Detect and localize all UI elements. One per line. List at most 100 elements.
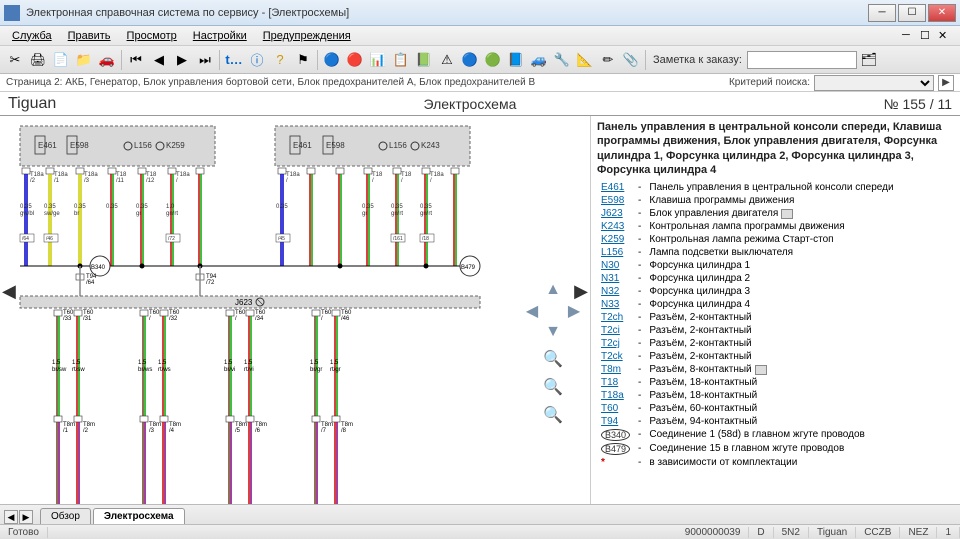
status-cell-2: 5N2 xyxy=(774,527,809,538)
svg-text:rt/vi: rt/vi xyxy=(244,367,254,373)
legend-row: N33-Форсунка цилиндра 4 xyxy=(597,298,954,311)
tool-l-icon[interactable]: ✏ xyxy=(597,49,619,71)
svg-text:K243: K243 xyxy=(421,141,440,150)
tool-e-icon[interactable]: 📗 xyxy=(413,49,435,71)
zoom-reset-icon[interactable]: 🔍 xyxy=(543,377,563,397)
legend-id-link[interactable]: L156 xyxy=(597,246,634,259)
svg-text:br/sw: br/sw xyxy=(52,367,67,373)
svg-text:/: / xyxy=(321,316,323,322)
pan-left-icon[interactable]: ◀ xyxy=(523,302,541,320)
legend-row: N30-Форсунка цилиндра 1 xyxy=(597,259,954,272)
svg-text:E461: E461 xyxy=(38,141,57,150)
zoom-out-icon[interactable]: 🔍 xyxy=(543,349,563,369)
menu-service[interactable]: Служба xyxy=(4,28,60,44)
legend-id-link[interactable]: T2cj xyxy=(597,337,634,350)
legend-id-link[interactable]: T18a xyxy=(597,389,634,402)
tool-j-icon[interactable]: 🔧 xyxy=(551,49,573,71)
legend-id-link[interactable]: E598 xyxy=(597,194,634,207)
tool-print-icon[interactable]: 🖨 xyxy=(27,49,49,71)
close-button[interactable]: ✕ xyxy=(928,4,956,22)
tool-info-icon[interactable]: ⓘ xyxy=(246,49,268,71)
order-input[interactable] xyxy=(747,51,857,69)
pan-up-icon[interactable]: ▲ xyxy=(544,281,562,299)
menu-view[interactable]: Просмотр xyxy=(119,28,185,44)
legend-row: K259-Контрольная лампа режима Старт-стоп xyxy=(597,233,954,246)
legend-id-link[interactable]: T2ch xyxy=(597,311,634,324)
svg-text:br/ws: br/ws xyxy=(138,367,152,373)
legend-id-link[interactable]: J623 xyxy=(597,207,634,220)
tool-f-icon[interactable]: 🔵 xyxy=(459,49,481,71)
minimize-button[interactable]: ─ xyxy=(868,4,896,22)
svg-text:T18a: T18a xyxy=(286,172,300,178)
mdi-maximize-button[interactable]: ☐ xyxy=(920,29,938,43)
legend-id-link[interactable]: T60 xyxy=(597,402,634,415)
tool-cut-icon[interactable]: ✂ xyxy=(4,49,26,71)
tab-overview[interactable]: Обзор xyxy=(40,508,91,524)
pan-down-icon[interactable]: ▼ xyxy=(544,323,562,341)
pan-right-icon[interactable]: ▶ xyxy=(565,302,583,320)
maximize-button[interactable]: ☐ xyxy=(898,4,926,22)
legend-id-link[interactable]: T2ck xyxy=(597,350,634,363)
svg-text:/: / xyxy=(430,178,432,184)
menu-settings[interactable]: Настройки xyxy=(185,28,255,44)
tool-last-icon[interactable]: ⏭ xyxy=(194,49,216,71)
camera-icon[interactable] xyxy=(755,365,767,375)
tab-nav-prev-icon[interactable]: ◀ xyxy=(4,510,18,524)
tool-c-icon[interactable]: 📊 xyxy=(367,49,389,71)
legend-id-link[interactable]: T8m xyxy=(597,363,634,376)
tool-h-icon[interactable]: 📘 xyxy=(505,49,527,71)
mdi-close-button[interactable]: ✕ xyxy=(938,29,956,43)
legend-id-link[interactable]: N33 xyxy=(597,298,634,311)
tool-doc-icon[interactable]: 📄 xyxy=(50,49,72,71)
tab-wiring[interactable]: Электросхема xyxy=(93,508,185,524)
legend-id-link[interactable]: T94 xyxy=(597,415,634,428)
tool-b-icon[interactable]: 🔴 xyxy=(344,49,366,71)
order-search-icon[interactable]: 🗂 xyxy=(858,49,880,71)
legend-id-link[interactable]: N30 xyxy=(597,259,634,272)
svg-text:gr: gr xyxy=(136,211,141,217)
tool-i-icon[interactable]: 🚙 xyxy=(528,49,550,71)
tool-t-icon[interactable]: t… xyxy=(223,49,245,71)
legend-id-link[interactable]: N32 xyxy=(597,285,634,298)
tool-warn-icon[interactable]: ⚠ xyxy=(436,49,458,71)
tool-a-icon[interactable]: 🔵 xyxy=(321,49,343,71)
tool-d-icon[interactable]: 📋 xyxy=(390,49,412,71)
search-criteria-select[interactable] xyxy=(814,75,934,91)
svg-text:L156: L156 xyxy=(134,141,152,150)
svg-text:/: / xyxy=(176,178,178,184)
wiring-diagram[interactable]: E461E598L156K259E461E598L156K243T18a/20.… xyxy=(0,116,590,504)
tool-car-icon[interactable]: 🚗 xyxy=(96,49,118,71)
tool-g-icon[interactable]: 🟢 xyxy=(482,49,504,71)
svg-text:T18a: T18a xyxy=(176,172,190,178)
camera-icon[interactable] xyxy=(781,209,793,219)
tool-help-icon[interactable]: ? xyxy=(269,49,291,71)
legend-id-link[interactable]: K243 xyxy=(597,220,634,233)
toolbar: ✂ 🖨 📄 📁 🚗 ⏮ ◀ ▶ ⏭ t… ⓘ ? ⚑ 🔵 🔴 📊 📋 📗 ⚠ 🔵… xyxy=(0,46,960,74)
svg-text:1.5: 1.5 xyxy=(158,360,167,366)
diagram-nav-left-icon[interactable]: ◀ xyxy=(2,281,16,302)
legend-row: N32-Форсунка цилиндра 3 xyxy=(597,285,954,298)
legend-id-link[interactable]: T2ci xyxy=(597,324,634,337)
search-go-button[interactable]: ▶ xyxy=(938,75,954,91)
tab-nav-next-icon[interactable]: ▶ xyxy=(19,510,33,524)
tool-prev-icon[interactable]: ◀ xyxy=(148,49,170,71)
legend-id-link[interactable]: T18 xyxy=(597,376,634,389)
menu-warnings[interactable]: Предупреждения xyxy=(255,28,359,44)
svg-text:br: br xyxy=(74,211,79,217)
mdi-minimize-button[interactable]: ─ xyxy=(902,29,920,43)
tool-first-icon[interactable]: ⏮ xyxy=(125,49,147,71)
legend-id-link[interactable]: K259 xyxy=(597,233,634,246)
tool-next-icon[interactable]: ▶ xyxy=(171,49,193,71)
tool-flag-icon[interactable]: ⚑ xyxy=(292,49,314,71)
tool-m-icon[interactable]: 📎 xyxy=(620,49,642,71)
svg-text:/33: /33 xyxy=(63,316,72,322)
tool-k-icon[interactable]: 📐 xyxy=(574,49,596,71)
menu-edit[interactable]: Править xyxy=(60,28,119,44)
svg-text:1.5: 1.5 xyxy=(72,360,81,366)
legend-id-link[interactable]: E461 xyxy=(597,181,634,194)
svg-text:1.5: 1.5 xyxy=(310,360,319,366)
svg-text:/11: /11 xyxy=(116,178,125,184)
tool-folder-icon[interactable]: 📁 xyxy=(73,49,95,71)
zoom-in-icon[interactable]: 🔍 xyxy=(543,405,563,425)
legend-id-link[interactable]: N31 xyxy=(597,272,634,285)
